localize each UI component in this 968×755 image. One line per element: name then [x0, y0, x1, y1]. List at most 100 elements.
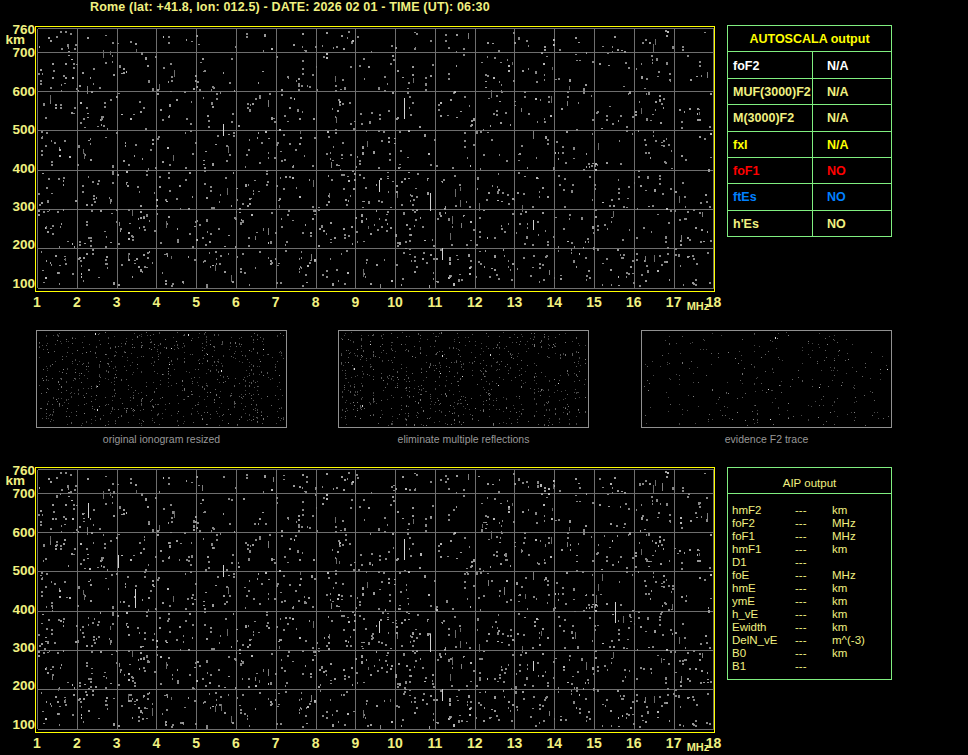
svg-text:16: 16 [626, 294, 642, 310]
svg-text:MUF(3000)F2: MUF(3000)F2 [733, 85, 811, 99]
svg-text:AUTOSCALA output: AUTOSCALA output [749, 32, 870, 46]
svg-text:200: 200 [12, 678, 35, 693]
svg-text:---: --- [795, 595, 807, 607]
svg-text:hmE: hmE [732, 582, 756, 594]
svg-text:km: km [832, 543, 847, 555]
svg-text:hmF1: hmF1 [732, 543, 761, 555]
svg-text:N/A: N/A [827, 138, 849, 152]
svg-text:500: 500 [12, 122, 35, 137]
svg-text:NO: NO [827, 190, 846, 204]
svg-text:5: 5 [192, 294, 200, 310]
svg-text:---: --- [795, 504, 807, 516]
svg-text:3: 3 [113, 735, 121, 751]
svg-text:9: 9 [351, 294, 359, 310]
svg-text:300: 300 [12, 199, 35, 214]
svg-text:M(3000)F2: M(3000)F2 [733, 111, 794, 125]
svg-text:6: 6 [232, 735, 240, 751]
svg-text:400: 400 [12, 602, 35, 617]
svg-text:km: km [5, 32, 25, 47]
svg-text:DelN_vE: DelN_vE [732, 634, 778, 646]
svg-text:AIP output: AIP output [783, 477, 837, 489]
svg-text:15: 15 [586, 294, 602, 310]
svg-text:---: --- [795, 543, 807, 555]
svg-text:NO: NO [827, 217, 846, 231]
svg-text:m^(-3): m^(-3) [832, 634, 865, 646]
svg-text:foF1: foF1 [732, 530, 755, 542]
svg-text:13: 13 [507, 735, 523, 751]
svg-text:original ionogram resized: original ionogram resized [103, 433, 220, 445]
svg-text:2: 2 [73, 735, 81, 751]
svg-text:12: 12 [467, 735, 483, 751]
svg-text:h_vE: h_vE [732, 608, 759, 620]
svg-text:600: 600 [12, 84, 35, 99]
svg-text:---: --- [795, 621, 807, 633]
svg-text:3: 3 [113, 294, 121, 310]
svg-text:MHz: MHz [832, 530, 856, 542]
svg-text:N/A: N/A [827, 85, 849, 99]
svg-text:---: --- [795, 530, 807, 542]
svg-text:h'Es: h'Es [733, 217, 759, 231]
svg-text:12: 12 [467, 294, 483, 310]
svg-text:500: 500 [12, 563, 35, 578]
svg-text:Rome (lat: +41.8, lon: 012.5): Rome (lat: +41.8, lon: 012.5) - DATE: 20… [90, 0, 490, 14]
svg-text:NO: NO [827, 164, 846, 178]
svg-text:km: km [832, 621, 847, 633]
svg-text:km: km [5, 473, 25, 488]
svg-text:---: --- [795, 608, 807, 620]
svg-text:Ewidth: Ewidth [732, 621, 767, 633]
svg-text:foF2: foF2 [732, 517, 755, 529]
svg-text:km: km [832, 595, 847, 607]
svg-text:---: --- [795, 517, 807, 529]
svg-text:---: --- [795, 660, 807, 672]
svg-text:B1: B1 [732, 660, 746, 672]
svg-text:---: --- [795, 569, 807, 581]
svg-text:km: km [832, 647, 847, 659]
svg-text:km: km [832, 582, 847, 594]
svg-text:foE: foE [732, 569, 750, 581]
svg-text:100: 100 [12, 276, 35, 291]
svg-text:11: 11 [427, 735, 442, 751]
svg-text:14: 14 [546, 294, 562, 310]
svg-text:7: 7 [272, 735, 280, 751]
svg-text:MHz: MHz [687, 300, 710, 312]
svg-text:700: 700 [12, 45, 35, 60]
svg-text:km: km [832, 504, 847, 516]
svg-text:ftEs: ftEs [733, 190, 757, 204]
svg-text:14: 14 [546, 735, 562, 751]
svg-text:16: 16 [626, 735, 642, 751]
svg-text:700: 700 [12, 486, 35, 501]
svg-text:MHz: MHz [687, 741, 710, 753]
svg-text:8: 8 [312, 294, 320, 310]
svg-text:13: 13 [507, 294, 523, 310]
svg-text:---: --- [795, 582, 807, 594]
svg-text:5: 5 [192, 735, 200, 751]
svg-text:foF2: foF2 [733, 59, 759, 73]
svg-text:eliminate multiple reflections: eliminate multiple reflections [398, 433, 530, 445]
svg-text:11: 11 [427, 294, 442, 310]
svg-text:D1: D1 [732, 556, 747, 568]
svg-text:100: 100 [12, 717, 35, 732]
svg-text:300: 300 [12, 640, 35, 655]
svg-text:MHz: MHz [832, 569, 856, 581]
svg-text:17: 17 [666, 294, 682, 310]
svg-text:evidence F2 trace: evidence F2 trace [725, 433, 809, 445]
svg-text:600: 600 [12, 525, 35, 540]
svg-text:B0: B0 [732, 647, 746, 659]
svg-text:15: 15 [586, 735, 602, 751]
svg-text:17: 17 [666, 735, 682, 751]
svg-text:4: 4 [152, 735, 160, 751]
svg-text:6: 6 [232, 294, 240, 310]
svg-text:2: 2 [73, 294, 81, 310]
svg-text:10: 10 [387, 294, 403, 310]
svg-text:200: 200 [12, 237, 35, 252]
svg-text:1: 1 [33, 735, 41, 751]
svg-text:10: 10 [387, 735, 403, 751]
svg-text:foF1: foF1 [733, 164, 759, 178]
svg-text:fxI: fxI [733, 138, 748, 152]
svg-text:MHz: MHz [832, 517, 856, 529]
svg-text:km: km [832, 608, 847, 620]
svg-text:N/A: N/A [827, 111, 849, 125]
svg-text:---: --- [795, 647, 807, 659]
svg-text:1: 1 [33, 294, 41, 310]
svg-text:---: --- [795, 556, 807, 568]
